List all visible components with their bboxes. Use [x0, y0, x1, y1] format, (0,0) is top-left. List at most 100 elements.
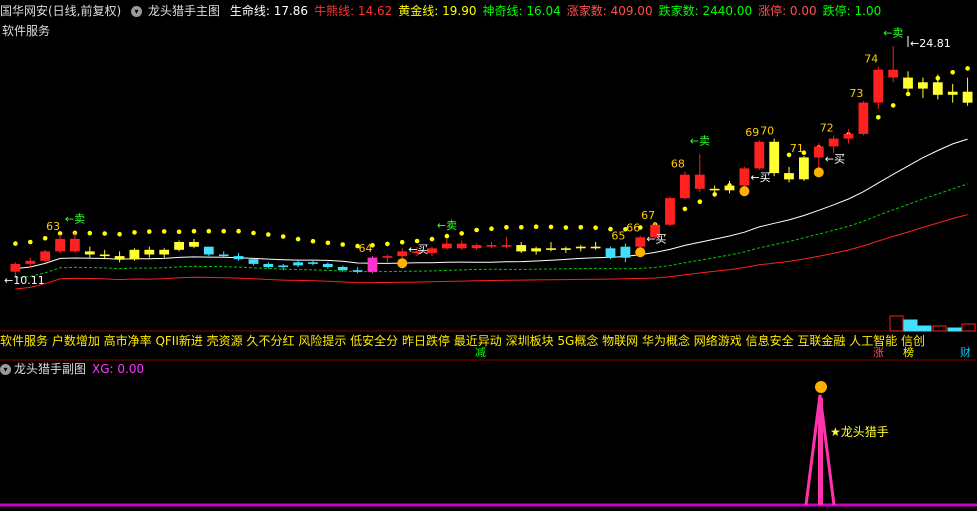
gold-dot: [533, 224, 539, 229]
day-number-label: 68: [671, 158, 685, 171]
candle-body: [888, 69, 899, 78]
gold-dot: [251, 230, 256, 236]
candle-body: [769, 141, 780, 174]
gold-dot: [876, 115, 881, 120]
sub-chart-header: ▾ 龙头猎手副图 XG: 0.00: [0, 361, 144, 377]
candle-body: [99, 254, 110, 257]
gold-dot: [459, 231, 465, 236]
gold-dot: [176, 229, 182, 235]
gold-dot: [295, 236, 301, 242]
candle-body: [546, 248, 556, 250]
gold-dot: [191, 228, 197, 234]
candle-body: [739, 168, 750, 186]
gold-dot: [444, 233, 450, 239]
concept-tags[interactable]: 软件服务 户数增加 高市净率 QFII新进 壳资源 久不分红 风险提示 低安全分…: [0, 333, 977, 349]
candle-body: [620, 246, 631, 258]
sub-indicator-name[interactable]: 龙头猎手副图: [14, 362, 86, 376]
day-number-label: 64: [359, 242, 373, 255]
volume-bar: [932, 325, 947, 332]
day-number-label: 72: [820, 122, 834, 135]
candle-body: [70, 238, 80, 252]
gold-dot: [147, 229, 152, 234]
gold-dot: [682, 206, 688, 212]
buy-marker: ←买: [408, 243, 428, 256]
gold-dot: [548, 224, 554, 230]
candle-body: [947, 91, 958, 95]
day-number-label: 73: [849, 87, 863, 100]
money-bag-icon: [739, 186, 750, 197]
gold-dot: [266, 232, 271, 237]
gold-dot: [504, 225, 509, 230]
candle-body: [114, 256, 125, 260]
candle-body: [709, 188, 720, 191]
candle-body: [828, 138, 839, 147]
candle-body: [10, 263, 21, 272]
candle-body: [174, 242, 184, 250]
day-number-label: 65: [611, 230, 625, 243]
gold-dot: [161, 229, 167, 234]
gold-dot: [697, 199, 703, 204]
candle-body: [516, 245, 527, 252]
candlestick-chart[interactable]: 63 64 656667 68 69 70 71 72 73 74 ←卖 ←卖 ←卖 ←卖 ←买 ←买 ←买 ←买…: [0, 0, 977, 511]
candle-body: [486, 245, 497, 247]
buy-marker: ←买: [750, 171, 770, 184]
gold-dot: [28, 239, 33, 245]
candle-body: [903, 77, 913, 89]
chevron-down-icon[interactable]: ▾: [0, 364, 11, 375]
gold-dot: [429, 236, 435, 242]
buy-marker: ←买: [646, 232, 666, 245]
gold-dot: [399, 239, 405, 245]
gold-dot: [385, 241, 390, 247]
candle-body: [724, 185, 735, 191]
gold-dot: [310, 238, 316, 244]
sell-marker: ←卖: [65, 213, 85, 226]
low-price-label: ←10.11: [4, 274, 45, 287]
day-number-label: 74: [864, 53, 878, 66]
candle-body: [84, 251, 95, 255]
candle-body: [784, 173, 794, 180]
day-number-label: 67: [641, 209, 655, 222]
sell-marker: ←卖: [883, 26, 903, 39]
buy-marker: ←买: [825, 152, 845, 165]
money-bag-icon: [813, 167, 824, 178]
money-bag-icon: [635, 247, 646, 258]
sell-marker: ←卖: [437, 219, 457, 232]
candle-body: [561, 248, 571, 250]
ma-line-2: [15, 214, 968, 290]
gold-dot: [206, 228, 212, 234]
candle-body: [40, 251, 51, 261]
candle-body: [293, 262, 303, 266]
gold-dot: [519, 225, 524, 230]
candle-body: [694, 174, 705, 189]
gold-dot: [950, 70, 955, 75]
candle-body: [427, 248, 437, 253]
high-price-label: ←24.81: [910, 37, 951, 50]
candle-body: [263, 263, 274, 267]
candle-body: [858, 102, 869, 134]
candle-body: [337, 267, 348, 271]
gold-dot: [905, 91, 911, 97]
volume-bar: [917, 325, 932, 332]
candle-body: [25, 260, 36, 264]
volume-bar: [903, 319, 918, 332]
gold-dot: [474, 227, 479, 233]
candle-body: [159, 249, 170, 255]
gold-dot: [280, 234, 286, 239]
candle-body: [352, 270, 363, 272]
candle-body: [531, 248, 541, 252]
candle-body: [382, 256, 393, 258]
candle-body: [218, 254, 229, 257]
candle-body: [189, 242, 199, 247]
gold-dot: [340, 242, 346, 247]
candle-body: [962, 91, 973, 103]
gold-dot: [132, 230, 137, 235]
gold-dot: [13, 241, 18, 246]
candle-body: [843, 133, 854, 139]
gold-dot: [593, 225, 598, 230]
gold-dot: [578, 225, 584, 230]
gold-dot: [87, 230, 93, 236]
candle-body: [873, 69, 884, 103]
candle-body: [754, 141, 765, 169]
gold-dot: [102, 231, 107, 236]
candle-body: [813, 146, 824, 158]
